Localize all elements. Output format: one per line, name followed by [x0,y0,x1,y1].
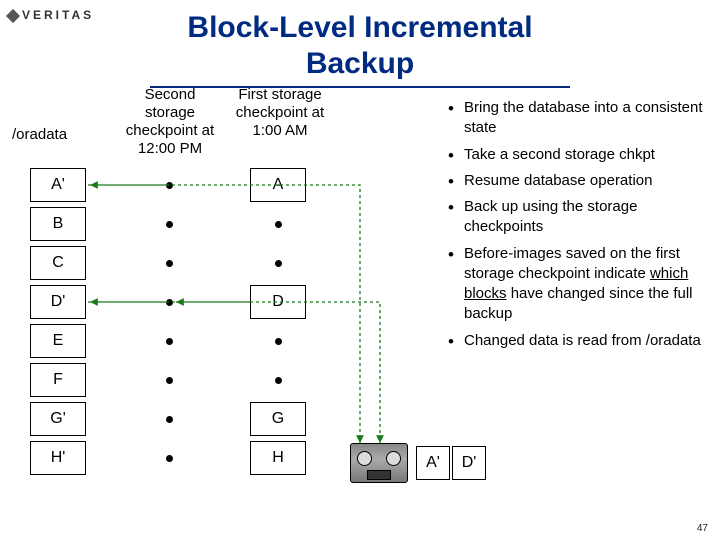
oradata-cell: B [30,207,86,241]
tape-block: A' [416,446,450,480]
first-cp-cell: A [250,168,306,202]
first-cp-cell: H [250,441,306,475]
oradata-cell: G' [30,402,86,436]
tape-window [367,470,391,480]
page-title: Block-Level Incremental Backup [0,0,720,82]
first-cp-cell: G [250,402,306,436]
checkpoint-dot [166,338,173,345]
checkpoint-dot [166,455,173,462]
oradata-label: /oradata [12,126,67,143]
checkpoint-dot [275,260,282,267]
oradata-cell: F [30,363,86,397]
title-line: Backup [306,47,414,80]
oradata-cell: C [30,246,86,280]
first-cp-cell: D [250,285,306,319]
checkpoint-dot [166,299,173,306]
checkpoint-dot [275,221,282,228]
oradata-cell: D' [30,285,86,319]
first-checkpoint-label: First storagecheckpoint at1:00 AM [220,86,340,140]
bullet-item: Resume database operation [448,171,710,191]
bullet-item: Changed data is read from /oradata [448,331,710,351]
checkpoint-dot [275,377,282,384]
oradata-cell: H' [30,441,86,475]
checkpoint-dot [166,416,173,423]
checkpoint-dot [166,182,173,189]
checkpoint-dot [166,221,173,228]
diagram-area: /oradata Secondstoragecheckpoint at12:00… [0,88,720,508]
checkpoint-dot [166,260,173,267]
tape-icon [350,443,408,483]
tape-block: D' [452,446,486,480]
second-checkpoint-label: Secondstoragecheckpoint at12:00 PM [110,86,230,158]
bullet-item: Before-images saved on the first storage… [448,244,710,325]
oradata-cell: E [30,324,86,358]
checkpoint-dot [166,377,173,384]
bullet-list: Bring the database into a consistent sta… [448,98,710,357]
title-line: Block-Level Incremental [187,11,532,44]
page-number: 47 [697,523,708,534]
checkpoint-dot [275,338,282,345]
brand-logo: VERITAS [8,8,94,22]
oradata-cell: A' [30,168,86,202]
bullet-item: Take a second storage chkpt [448,145,710,165]
bullet-item: Back up using the storage checkpoints [448,197,710,238]
bullet-item: Bring the database into a consistent sta… [448,98,710,139]
